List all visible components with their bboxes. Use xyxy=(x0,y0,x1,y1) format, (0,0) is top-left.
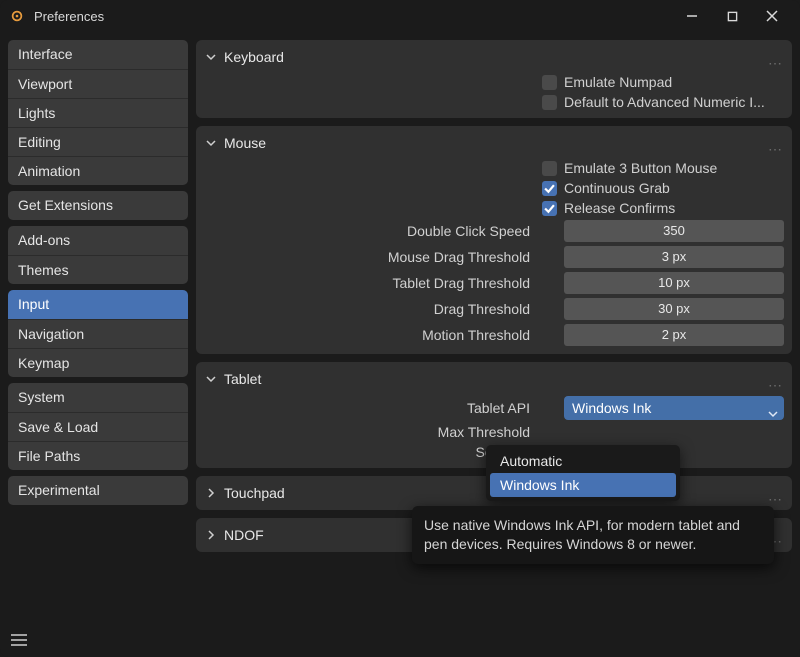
option-advanced-numeric: Default to Advanced Numeric I... xyxy=(204,94,784,110)
sidebar-item-themes[interactable]: Themes xyxy=(8,255,188,284)
bottombar xyxy=(0,623,800,657)
sidebar-item-experimental[interactable]: Experimental xyxy=(8,476,188,505)
chevron-down-icon[interactable] xyxy=(204,136,218,150)
chevron-right-icon[interactable] xyxy=(204,528,218,542)
checkbox[interactable] xyxy=(542,95,557,110)
number-slider[interactable]: 2 px xyxy=(564,324,784,346)
section-title: Tablet xyxy=(224,371,768,387)
maximize-button[interactable] xyxy=(712,2,752,30)
section-title: Keyboard xyxy=(224,49,768,65)
dropdown-option-automatic[interactable]: Automatic xyxy=(490,449,676,473)
hamburger-icon[interactable] xyxy=(6,627,32,653)
option-continuous-grab: Continuous Grab xyxy=(204,180,784,196)
row-tablet-api: Tablet API Windows Ink xyxy=(204,396,784,420)
checkbox[interactable] xyxy=(542,181,557,196)
close-button[interactable] xyxy=(752,2,792,30)
sidebar-item-navigation[interactable]: Navigation xyxy=(8,319,188,348)
row-mouse-drag-threshold: Mouse Drag Threshold 3 px xyxy=(204,246,784,268)
row-motion-threshold: Motion Threshold 2 px xyxy=(204,324,784,346)
sidebar-item-interface[interactable]: Interface xyxy=(8,40,188,69)
sidebar-item-system[interactable]: System xyxy=(8,383,188,412)
checkbox[interactable] xyxy=(542,201,557,216)
sidebar-item-lights[interactable]: Lights xyxy=(8,98,188,127)
titlebar: Preferences xyxy=(0,0,800,32)
sidebar: Interface Viewport Lights Editing Animat… xyxy=(8,40,188,623)
row-tablet-drag-threshold: Tablet Drag Threshold 10 px xyxy=(204,272,784,294)
grip-icon[interactable] xyxy=(768,141,784,145)
sidebar-item-viewport[interactable]: Viewport xyxy=(8,69,188,98)
number-slider[interactable]: 350 xyxy=(564,220,784,242)
sidebar-item-animation[interactable]: Animation xyxy=(8,156,188,185)
option-emulate-numpad: Emulate Numpad xyxy=(204,74,784,90)
preferences-window: Preferences Interface Viewport Lights Ed… xyxy=(0,0,800,657)
checkbox[interactable] xyxy=(542,75,557,90)
chevron-down-icon[interactable] xyxy=(204,50,218,64)
section-mouse: Mouse Emulate 3 Button Mouse Continuous … xyxy=(196,126,792,354)
dropdown-option-windows-ink[interactable]: Windows Ink xyxy=(490,473,676,497)
minimize-button[interactable] xyxy=(672,2,712,30)
number-slider[interactable]: 30 px xyxy=(564,298,784,320)
section-title: Mouse xyxy=(224,135,768,151)
grip-icon[interactable] xyxy=(768,55,784,59)
window-title: Preferences xyxy=(34,9,672,24)
section-keyboard: Keyboard Emulate Numpad Default to Advan… xyxy=(196,40,792,118)
grip-icon[interactable] xyxy=(768,491,784,495)
chevron-down-icon xyxy=(768,402,778,426)
option-release-confirms: Release Confirms xyxy=(204,200,784,216)
tablet-api-dropdown[interactable]: Windows Ink xyxy=(564,396,784,420)
sidebar-item-get-extensions[interactable]: Get Extensions xyxy=(8,191,188,220)
sidebar-item-editing[interactable]: Editing xyxy=(8,127,188,156)
tooltip: Use native Windows Ink API, for modern t… xyxy=(412,506,774,564)
checkbox[interactable] xyxy=(542,161,557,176)
sidebar-item-save-load[interactable]: Save & Load xyxy=(8,412,188,441)
sidebar-item-file-paths[interactable]: File Paths xyxy=(8,441,188,470)
grip-icon[interactable] xyxy=(768,377,784,381)
row-drag-threshold: Drag Threshold 30 px xyxy=(204,298,784,320)
number-slider[interactable]: 10 px xyxy=(564,272,784,294)
option-emulate-3button: Emulate 3 Button Mouse xyxy=(204,160,784,176)
row-double-click-speed: Double Click Speed 350 xyxy=(204,220,784,242)
chevron-right-icon[interactable] xyxy=(204,486,218,500)
row-max-threshold: Max Threshold xyxy=(204,424,784,440)
tablet-api-dropdown-panel: Automatic Windows Ink xyxy=(486,445,680,501)
sidebar-item-add-ons[interactable]: Add-ons xyxy=(8,226,188,255)
sidebar-item-keymap[interactable]: Keymap xyxy=(8,348,188,377)
app-icon xyxy=(8,7,26,25)
chevron-down-icon[interactable] xyxy=(204,372,218,386)
number-slider[interactable]: 3 px xyxy=(564,246,784,268)
sidebar-item-input[interactable]: Input xyxy=(8,290,188,319)
main-panel: Keyboard Emulate Numpad Default to Advan… xyxy=(196,40,792,623)
